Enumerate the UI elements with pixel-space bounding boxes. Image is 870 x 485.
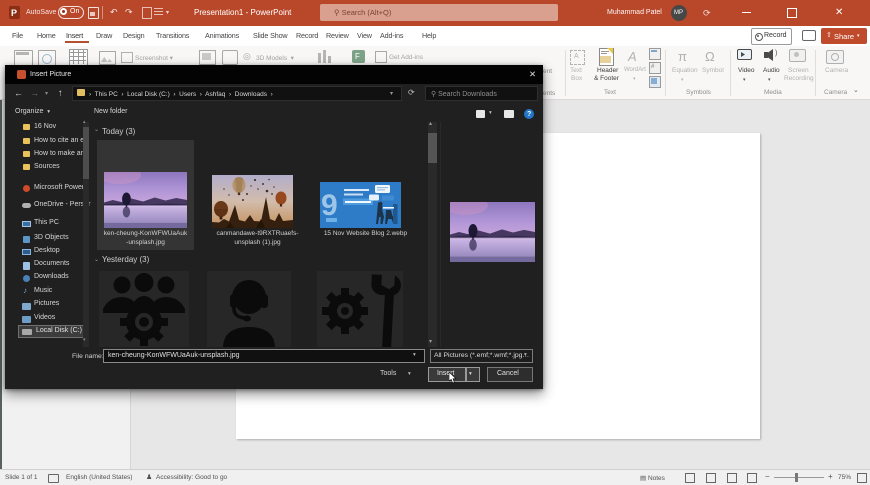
- svg-text:9: 9: [321, 189, 338, 222]
